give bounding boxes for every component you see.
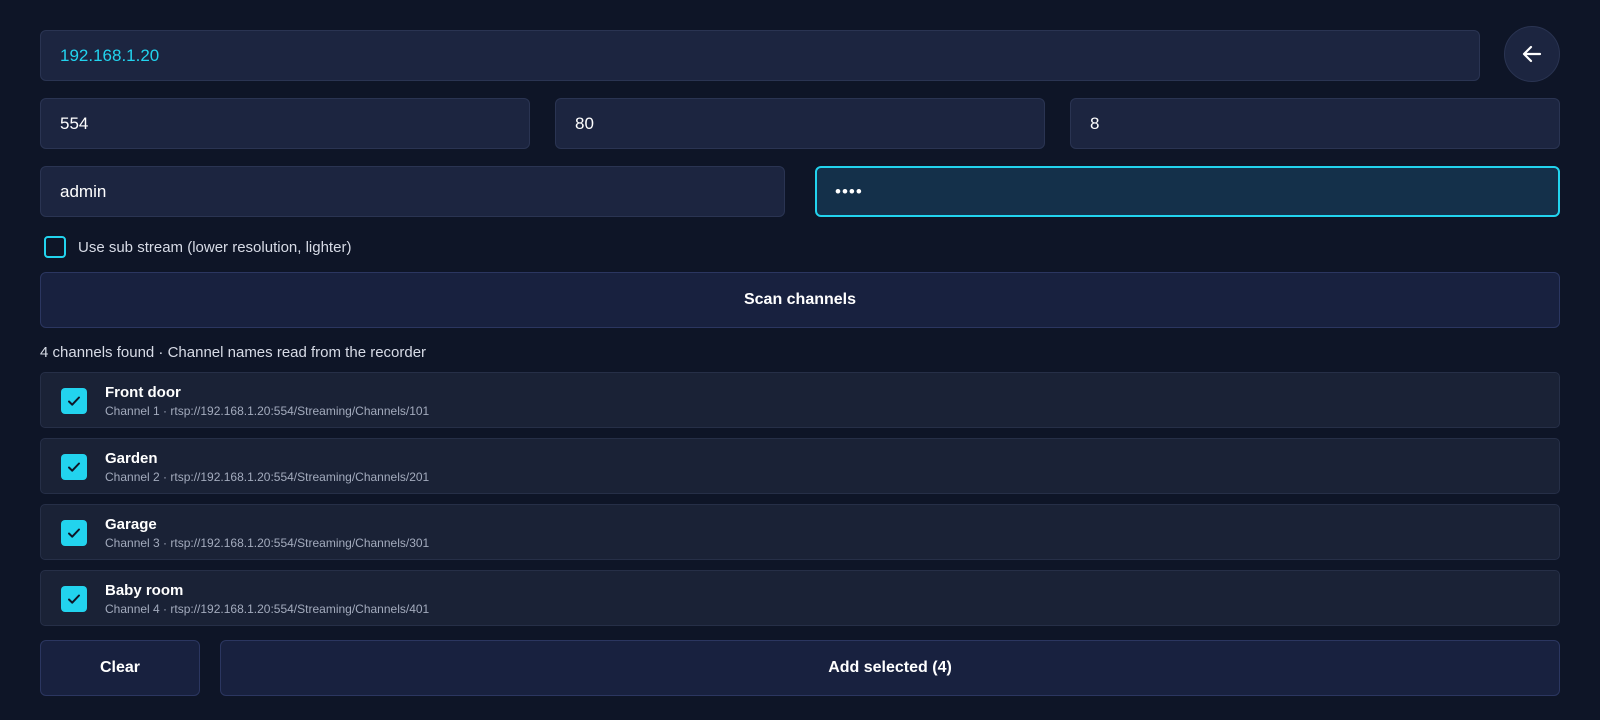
channel-item[interactable]: Garage Channel 3 · rtsp://192.168.1.20:5… — [40, 504, 1560, 560]
scan-channels-button[interactable]: Scan channels — [40, 272, 1560, 328]
sub-stream-toggle[interactable]: Use sub stream (lower resolution, lighte… — [44, 236, 351, 258]
channel-name: Baby room — [105, 582, 184, 599]
channel-item[interactable]: Garden Channel 2 · rtsp://192.168.1.20:5… — [40, 438, 1560, 494]
back-button[interactable] — [1504, 26, 1560, 82]
clear-button[interactable]: Clear — [40, 640, 200, 696]
checkmark-icon — [68, 396, 80, 406]
channel-name: Front door — [105, 384, 181, 401]
password-input[interactable]: •••• — [815, 166, 1560, 217]
channel-detail: Channel 2 · rtsp://192.168.1.20:554/Stre… — [105, 470, 430, 484]
username-input[interactable]: admin — [40, 166, 785, 217]
scan-status-text: 4 channels found · Channel names read fr… — [40, 344, 427, 361]
channel-item[interactable]: Baby room Channel 4 · rtsp://192.168.1.2… — [40, 570, 1560, 626]
http-port-input[interactable]: 80 — [555, 98, 1045, 149]
channel-checkbox[interactable] — [61, 388, 87, 414]
add-selected-button[interactable]: Add selected (4) — [220, 640, 1560, 696]
checkmark-icon — [68, 528, 80, 538]
channel-count-input[interactable]: 8 — [1070, 98, 1560, 149]
channel-detail: Channel 1 · rtsp://192.168.1.20:554/Stre… — [105, 404, 430, 418]
arrow-left-icon — [1522, 45, 1542, 63]
checkmark-icon — [68, 594, 80, 604]
channel-detail: Channel 4 · rtsp://192.168.1.20:554/Stre… — [105, 602, 430, 616]
channel-name: Garden — [105, 450, 158, 467]
channel-item[interactable]: Front door Channel 1 · rtsp://192.168.1.… — [40, 372, 1560, 428]
channel-checkbox[interactable] — [61, 520, 87, 546]
channel-name: Garage — [105, 516, 157, 533]
channel-checkbox[interactable] — [61, 454, 87, 480]
checkmark-icon — [68, 462, 80, 472]
sub-stream-label: Use sub stream (lower resolution, lighte… — [78, 238, 352, 256]
rtsp-port-input[interactable]: 554 — [40, 98, 530, 149]
sub-stream-checkbox[interactable] — [44, 236, 66, 258]
channel-checkbox[interactable] — [61, 586, 87, 612]
camera-setup-panel: 192.168.1.20 554 80 8 admin •••• Use sub… — [0, 0, 1600, 720]
channel-detail: Channel 3 · rtsp://192.168.1.20:554/Stre… — [105, 536, 430, 550]
host-input[interactable]: 192.168.1.20 — [40, 30, 1480, 81]
